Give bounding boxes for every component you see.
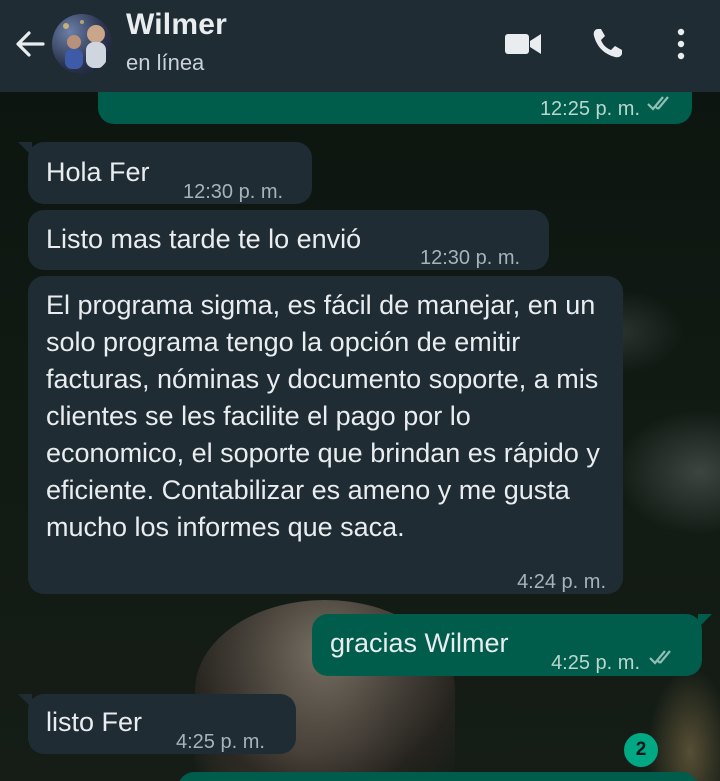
chat-header: Wilmer en línea <box>0 0 720 92</box>
avatar[interactable] <box>52 14 112 74</box>
message-text: listo Fer <box>46 707 143 737</box>
back-arrow-icon[interactable] <box>10 24 50 64</box>
more-options-icon[interactable] <box>667 26 695 62</box>
video-call-icon[interactable] <box>503 26 543 62</box>
message-incoming[interactable]: listo Fer 4:25 p. m. <box>18 694 296 754</box>
message-text: Hola Fer <box>46 157 150 187</box>
scroll-down-unread-badge[interactable]: 2 <box>624 733 658 767</box>
message-text: El programa sigma, es fácil de manejar, … <box>46 290 600 542</box>
message-time: 4:25 p. m. <box>176 731 265 753</box>
message-text: gracias Wilmer <box>330 628 509 658</box>
message-incoming[interactable]: El programa sigma, es fácil de manejar, … <box>28 276 623 594</box>
message-time: 4:25 p. m. <box>551 652 640 674</box>
read-ticks-icon <box>649 650 671 665</box>
phone-call-icon[interactable] <box>589 26 625 62</box>
message-incoming[interactable]: Hola Fer 12:30 p. m. <box>18 142 312 204</box>
message-time: 4:24 p. m. <box>517 571 606 593</box>
avatar-photo <box>63 20 106 69</box>
message-time: 12:30 p. m. <box>420 247 521 269</box>
contact-status: en línea <box>126 50 205 75</box>
message-outgoing-partial[interactable] <box>178 772 698 781</box>
message-incoming[interactable]: Listo mas tarde te lo envió 12:30 p. m. <box>28 210 549 270</box>
message-outgoing[interactable]: gracias Wilmer 4:25 p. m. <box>312 614 712 676</box>
read-ticks-icon <box>647 96 669 111</box>
message-text: Listo mas tarde te lo envió <box>46 224 362 254</box>
message-time: 12:30 p. m. <box>183 181 284 203</box>
contact-name[interactable]: Wilmer <box>126 8 227 42</box>
message-time: 12:25 p. m. <box>539 98 640 120</box>
